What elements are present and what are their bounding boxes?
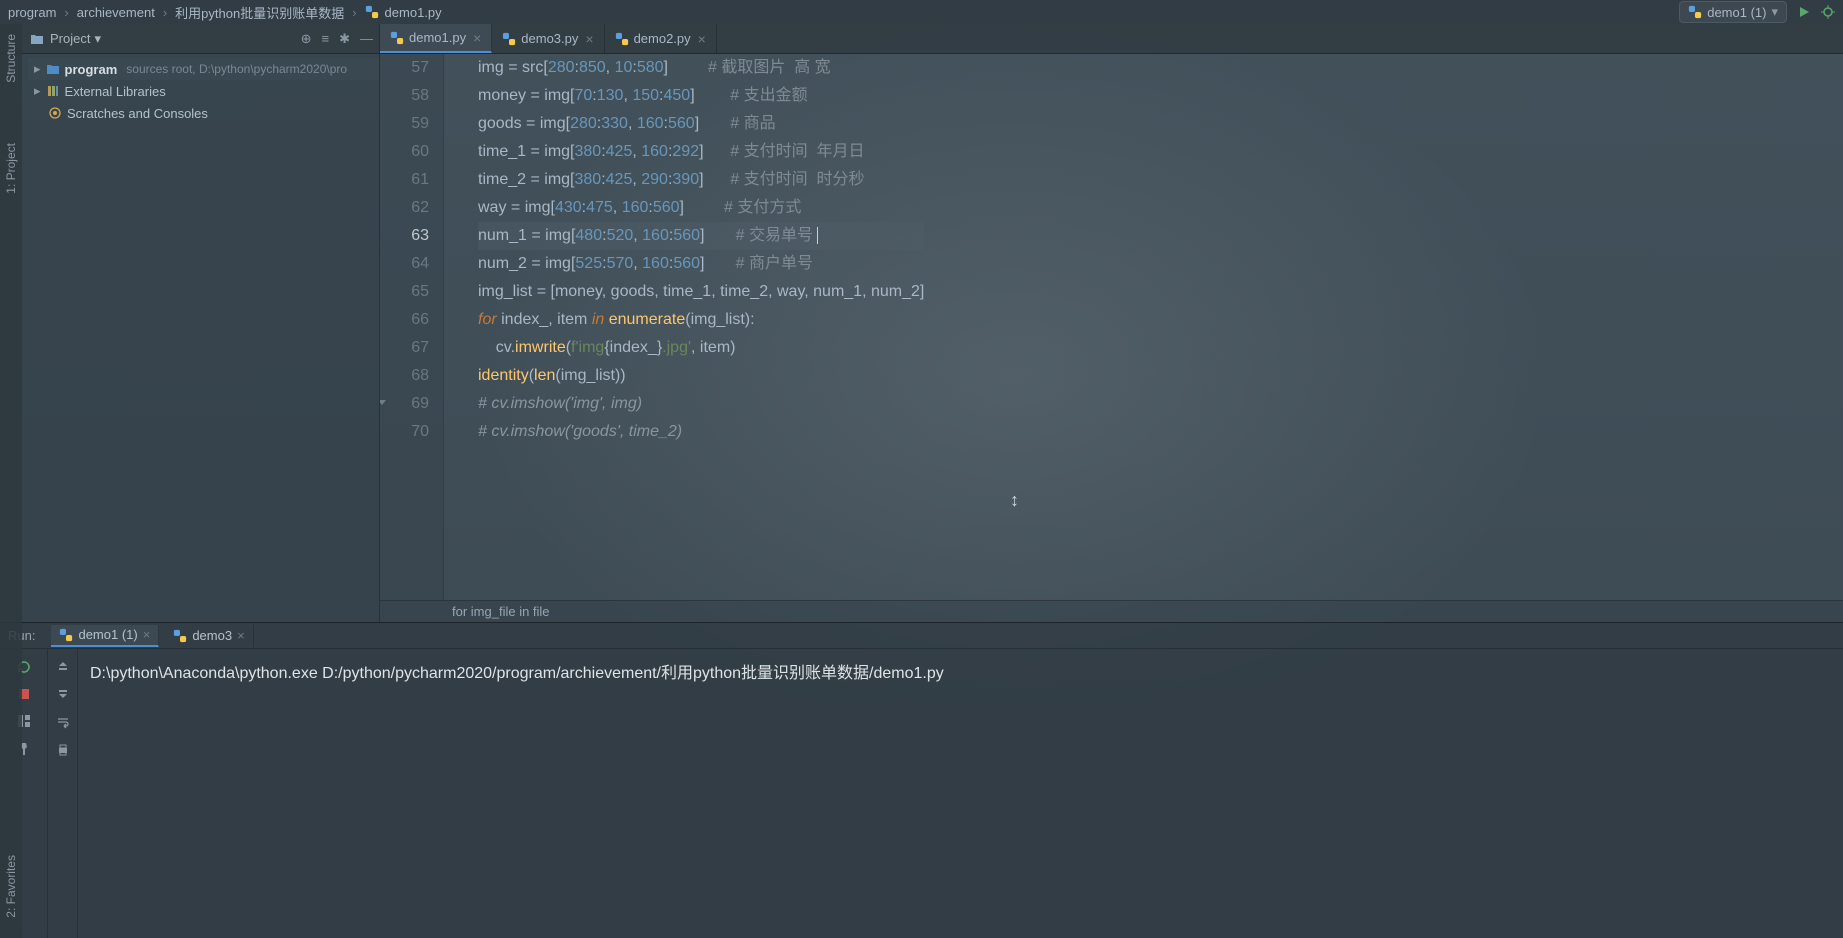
debug-icon[interactable] (1821, 5, 1835, 19)
scroll-down-icon[interactable] (56, 687, 70, 701)
tree-scratches[interactable]: Scratches and Consoles (28, 102, 379, 124)
crumb-1[interactable]: program (8, 5, 56, 20)
tree-root-name: program (65, 62, 118, 77)
folder-icon (30, 32, 44, 46)
library-icon (46, 84, 60, 98)
chevron-right-icon: › (163, 5, 167, 20)
run-tab-demo1[interactable]: demo1 (1) × (51, 625, 159, 647)
console-line: D:\python\Anaconda\python.exe D:/python/… (90, 659, 1831, 683)
project-tree[interactable]: ▸ program sources root, D:\python\pychar… (0, 54, 380, 622)
python-file-icon (1688, 5, 1702, 19)
scroll-up-icon[interactable] (56, 659, 70, 673)
python-file-icon (390, 31, 404, 45)
soft-wrap-icon[interactable] (56, 715, 70, 729)
tree-root-hint: sources root, D:\python\pycharm2020\pro (126, 62, 347, 76)
chevron-right-icon: › (352, 5, 356, 20)
breadcrumb: program › archievement › 利用python批量识别账单数… (0, 0, 1843, 24)
crumb-4[interactable]: demo1.py (385, 5, 442, 20)
run-tabbar: Run: demo1 (1) × demo3 × (0, 623, 1843, 649)
run-icon[interactable] (1797, 5, 1811, 19)
run-toolbar-right (48, 649, 78, 938)
code-editor[interactable]: 5758596061626364656667686970 img = src[2… (380, 54, 1843, 622)
close-icon[interactable]: × (143, 627, 151, 642)
folder-icon (46, 62, 60, 76)
project-view-dropdown[interactable]: Project ▾ (50, 31, 101, 47)
favorites-tool-button[interactable]: 2: Favorites (4, 855, 18, 918)
python-file-icon (59, 628, 73, 642)
tab-label: demo3.py (521, 31, 578, 46)
tree-label: Scratches and Consoles (67, 106, 208, 121)
run-panel: Run: demo1 (1) × demo3 × (0, 622, 1843, 938)
toolbar-row: Project ▾ ⊕ ≡ ✱ — demo1.py × demo3.py × (0, 24, 1843, 54)
project-pane-header: Project ▾ ⊕ ≡ ✱ — (0, 24, 380, 53)
hide-icon[interactable]: — (360, 31, 373, 47)
crumb-2[interactable]: archievement (77, 5, 155, 20)
chevron-down-icon: ▾ (1771, 4, 1778, 20)
print-icon[interactable] (56, 743, 70, 757)
run-tab-demo3[interactable]: demo3 × (165, 625, 253, 647)
run-config-dropdown[interactable]: demo1 (1) ▾ (1679, 1, 1787, 23)
left-tool-stripe: Structure 1: Project 2: Favorites (0, 24, 22, 938)
close-icon[interactable]: × (698, 31, 706, 47)
expand-all-icon[interactable]: ≡ (322, 31, 330, 47)
code-body[interactable]: img = src[280:850, 10:580] # 截取图片 高 宽mon… (444, 54, 924, 600)
run-tab-label: demo1 (1) (78, 627, 137, 642)
scratches-icon (48, 106, 62, 120)
close-icon[interactable]: × (473, 30, 481, 46)
close-icon[interactable]: × (237, 628, 245, 643)
locate-icon[interactable]: ⊕ (301, 31, 312, 47)
tab-label: demo1.py (409, 30, 466, 45)
gear-icon[interactable]: ✱ (339, 31, 350, 47)
python-file-icon (173, 629, 187, 643)
chevron-right-icon: › (64, 5, 68, 20)
editor-tab-demo3[interactable]: demo3.py × (492, 24, 604, 53)
crumb-3[interactable]: 利用python批量识别账单数据 (175, 3, 344, 22)
run-tab-label: demo3 (192, 628, 232, 643)
editor-tab-demo1[interactable]: demo1.py × (380, 24, 492, 53)
tree-label: External Libraries (65, 84, 166, 99)
tab-label: demo2.py (634, 31, 691, 46)
editor-tab-demo2[interactable]: demo2.py × (605, 24, 717, 53)
tree-external-libs[interactable]: ▸ External Libraries (28, 80, 379, 102)
console-output[interactable]: D:\python\Anaconda\python.exe D:/python/… (78, 649, 1843, 938)
close-icon[interactable]: × (585, 31, 593, 47)
code-breadcrumb[interactable]: for img_file in file (380, 600, 1843, 622)
python-file-icon (615, 32, 629, 46)
chevron-right-icon: ▸ (34, 61, 41, 77)
tree-root[interactable]: ▸ program sources root, D:\python\pychar… (28, 58, 379, 80)
python-file-icon (502, 32, 516, 46)
run-config-label: demo1 (1) (1707, 5, 1766, 20)
chevron-right-icon: ▸ (34, 83, 41, 99)
chevron-down-icon: ▾ (94, 31, 101, 47)
python-file-icon (365, 5, 379, 19)
structure-tool-button[interactable]: Structure (4, 34, 18, 83)
project-tool-button[interactable]: 1: Project (4, 143, 18, 194)
line-gutter[interactable]: 5758596061626364656667686970 (380, 54, 444, 600)
editor-tabs: demo1.py × demo3.py × demo2.py × (380, 24, 717, 53)
resize-cursor-icon: ↕ (1010, 490, 1019, 511)
